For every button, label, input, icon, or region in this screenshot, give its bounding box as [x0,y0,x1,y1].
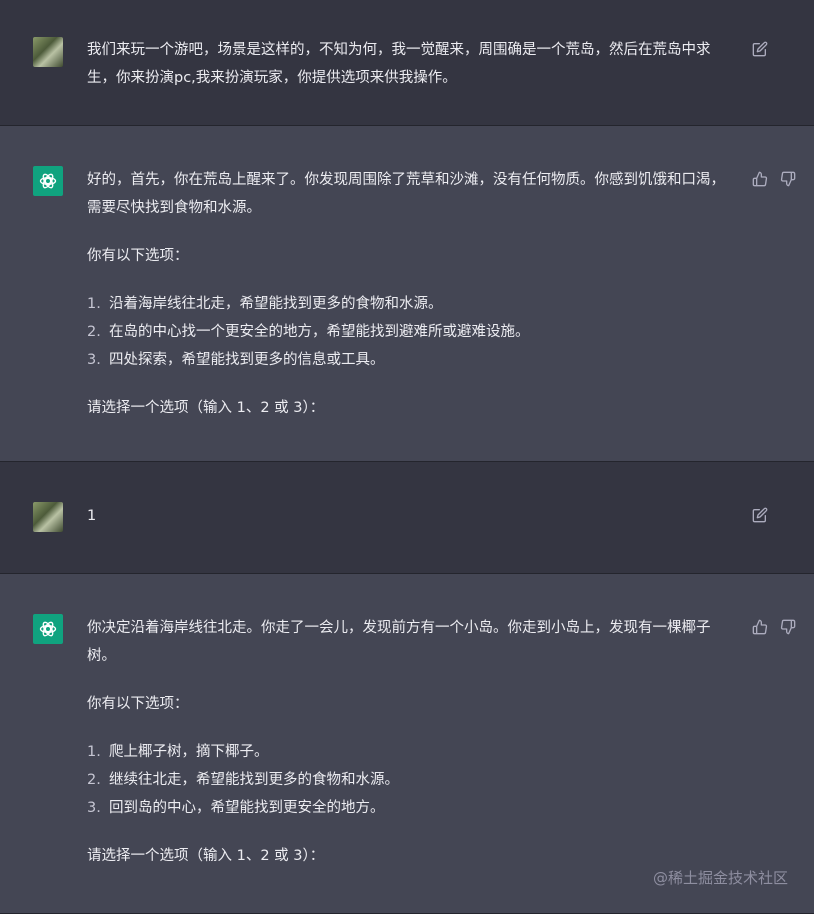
message-content: 你决定沿着海岸线往北走。你走了一会儿，发现前方有一个小岛。你走到小岛上，发现有一… [87,614,732,870]
thumbs-up-icon[interactable] [751,170,769,188]
option-item: 1. 沿着海岸线往北走，希望能找到更多的食物和水源。 [87,296,443,312]
choice-prompt: 请选择一个选项（输入 1、2 或 3）： [87,848,325,864]
edit-icon[interactable] [751,506,769,524]
options-list: 1. 爬上椰子树，摘下椰子。 2. 继续往北走，希望能找到更多的食物和水源。 3. 回… [87,738,732,822]
option-item: 1. 爬上椰子树，摘下椰子。 [87,744,269,760]
user-message-text: 1 [87,508,97,524]
thumbs-down-icon[interactable] [779,618,797,636]
user-message: 我们来玩一个游吧，场景是这样的，不知为何，我一觉醒来，周围确是一个荒岛，然后在荒… [0,0,814,126]
user-message-text: 我们来玩一个游吧，场景是这样的，不知为何，我一觉醒来，周围确是一个荒岛，然后在荒… [87,42,711,86]
edit-icon[interactable] [751,40,769,58]
watermark: @稀土掘金技术社区 [652,869,788,887]
options-list: 1. 沿着海岸线往北走，希望能找到更多的食物和水源。 2. 在岛的中心找一个更安全的… [87,290,732,374]
choice-prompt: 请选择一个选项（输入 1、2 或 3）： [87,400,325,416]
message-content: 1 [87,502,732,530]
openai-logo-icon [33,166,63,196]
options-heading: 你有以下选项： [87,248,189,264]
user-message: 1 [0,462,814,574]
option-item: 3. 回到岛的中心，希望能找到更安全的地方。 [87,800,385,816]
assistant-message: 好的，首先，你在荒岛上醒来了。你发现周围除了荒草和沙滩，没有任何物质。你感到饥饿… [0,126,814,462]
assistant-intro: 好的，首先，你在荒岛上醒来了。你发现周围除了荒草和沙滩，没有任何物质。你感到饥饿… [87,172,725,216]
thumbs-up-icon[interactable] [751,618,769,636]
assistant-message: 你决定沿着海岸线往北走。你走了一会儿，发现前方有一个小岛。你走到小岛上，发现有一… [0,574,814,914]
options-heading: 你有以下选项： [87,696,189,712]
message-content: 我们来玩一个游吧，场景是这样的，不知为何，我一觉醒来，周围确是一个荒岛，然后在荒… [87,36,732,92]
option-item: 2. 在岛的中心找一个更安全的地方，希望能找到避难所或避难设施。 [87,324,530,340]
openai-logo-icon [33,614,63,644]
option-item: 2. 继续往北走，希望能找到更多的食物和水源。 [87,772,399,788]
message-content: 好的，首先，你在荒岛上醒来了。你发现周围除了荒草和沙滩，没有任何物质。你感到饥饿… [87,166,732,422]
option-item: 3. 四处探索，希望能找到更多的信息或工具。 [87,352,385,368]
user-avatar [33,502,63,532]
assistant-intro: 你决定沿着海岸线往北走。你走了一会儿，发现前方有一个小岛。你走到小岛上，发现有一… [87,620,711,664]
chat-thread: 我们来玩一个游吧，场景是这样的，不知为何，我一觉醒来，周围确是一个荒岛，然后在荒… [0,0,814,914]
user-avatar [33,37,63,67]
thumbs-down-icon[interactable] [779,170,797,188]
